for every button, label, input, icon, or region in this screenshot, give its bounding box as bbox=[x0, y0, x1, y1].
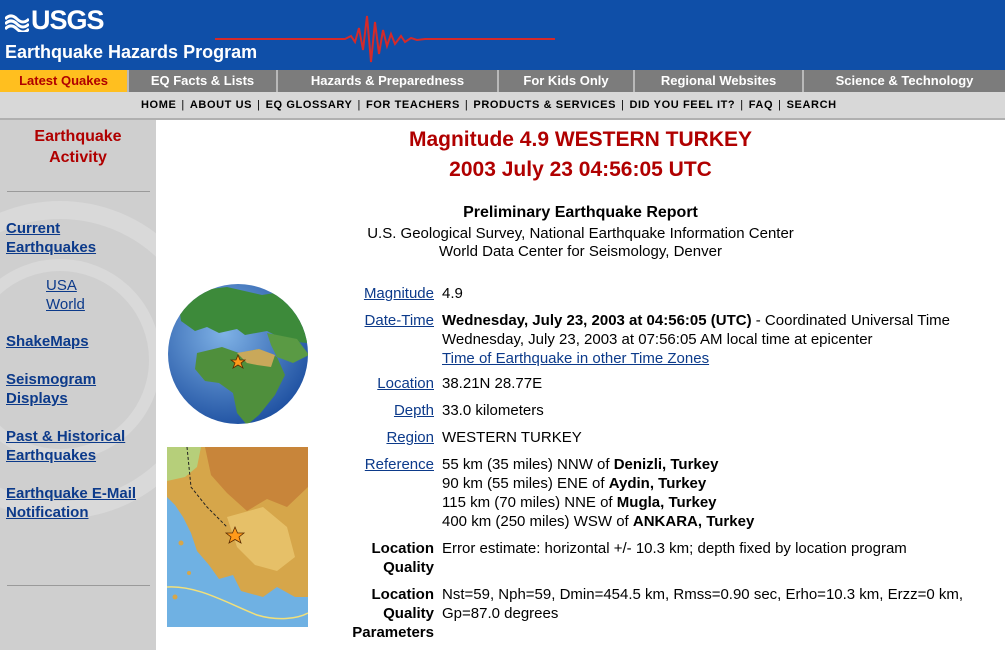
sidebar-link-line: Seismogram bbox=[6, 371, 97, 388]
sidebar-divider bbox=[7, 585, 150, 586]
nav-for-teachers[interactable]: FOR TEACHERS bbox=[366, 99, 460, 111]
label-line: Quality bbox=[383, 605, 434, 622]
sidebar-title-line2: Activity bbox=[49, 149, 107, 166]
reference-line: 90 km (55 miles) ENE of Aydin, Turkey bbox=[442, 474, 754, 493]
location-quality-parameters-value: Nst=59, Nph=59, Dmin=454.5 km, Rmss=0.90… bbox=[442, 585, 963, 623]
datetime-utc: Wednesday, July 23, 2003 at 04:56:05 (UT… bbox=[442, 312, 752, 329]
reference-label[interactable]: Reference bbox=[365, 455, 434, 474]
nav-home[interactable]: HOME bbox=[141, 99, 176, 111]
sidebar-link-line: Earthquakes bbox=[6, 447, 97, 464]
sidebar-link-line: Notification bbox=[6, 504, 89, 521]
reference-value: 55 km (35 miles) NNW of Denizli, Turkey … bbox=[442, 455, 754, 531]
main-tabs: Latest Quakes EQ Facts & Lists Hazards &… bbox=[0, 70, 1005, 92]
nav-separator: | bbox=[740, 99, 744, 111]
globe-map[interactable] bbox=[167, 283, 309, 425]
nav-separator: | bbox=[257, 99, 261, 111]
magnitude-label[interactable]: Magnitude bbox=[364, 284, 434, 303]
datetime-local: Wednesday, July 23, 2003 at 07:56:05 AM … bbox=[442, 331, 873, 348]
tab-regional[interactable]: Regional Websites bbox=[635, 70, 804, 92]
event-datetime-title: 2003 July 23 04:56:05 UTC bbox=[449, 158, 712, 181]
nav-separator: | bbox=[181, 99, 185, 111]
reference-place: ANKARA, Turkey bbox=[632, 513, 755, 530]
usgs-logo-icon bbox=[5, 14, 29, 32]
sidebar-divider bbox=[7, 191, 150, 192]
timezone-link[interactable]: Time of Earthquake in other Time Zones bbox=[442, 349, 950, 368]
report-agency: U.S. Geological Survey, National Earthqu… bbox=[367, 225, 794, 242]
label-line: Parameters bbox=[352, 624, 434, 641]
tab-hazards[interactable]: Hazards & Preparedness bbox=[278, 70, 499, 92]
report-title: Preliminary Earthquake Report bbox=[463, 204, 698, 221]
sidebar-title: Earthquake Activity bbox=[0, 126, 156, 168]
label-line: Location bbox=[371, 540, 435, 557]
reference-line: 115 km (70 miles) NNE of Mugla, Turkey bbox=[442, 493, 754, 512]
sidebar-link-seismogram-displays[interactable]: Seismogram Displays bbox=[6, 370, 96, 408]
value-line: Gp=87.0 degrees bbox=[442, 605, 559, 622]
datetime-label[interactable]: Date-Time bbox=[365, 311, 434, 330]
reference-distance: 115 km (70 miles) NNE of bbox=[442, 494, 617, 511]
regional-map[interactable] bbox=[167, 447, 308, 627]
nav-separator: | bbox=[357, 99, 361, 111]
sidebar-link-shakemaps[interactable]: ShakeMaps bbox=[6, 332, 89, 351]
datetime-utc-suffix: - Coordinated Universal Time bbox=[751, 312, 951, 329]
location-quality-value: Error estimate: horizontal +/- 10.3 km; … bbox=[442, 540, 907, 557]
main-content: Magnitude 4.9 WESTERN TURKEY 2003 July 2… bbox=[156, 120, 1005, 650]
nav-separator: | bbox=[464, 99, 469, 111]
tab-eq-facts[interactable]: EQ Facts & Lists bbox=[129, 70, 278, 92]
sidebar-title-line1: Earthquake bbox=[34, 128, 122, 145]
datetime-value: Wednesday, July 23, 2003 at 04:56:05 (UT… bbox=[442, 311, 950, 368]
sidebar-link-email-notification[interactable]: Earthquake E-Mail Notification bbox=[6, 484, 136, 522]
reference-distance: 55 km (35 miles) NNW of bbox=[442, 456, 614, 473]
depth-label[interactable]: Depth bbox=[394, 401, 434, 420]
depth-value: 33.0 kilometers bbox=[442, 402, 544, 419]
nav-about-us[interactable]: ABOUT US bbox=[190, 99, 252, 111]
sidebar-link-usa[interactable]: USA bbox=[46, 276, 77, 295]
sidebar-link-line: Displays bbox=[6, 390, 68, 407]
nav-products-services[interactable]: PRODUCTS & SERVICES bbox=[473, 99, 616, 111]
reference-distance: 90 km (55 miles) ENE of bbox=[442, 475, 609, 492]
region-value: WESTERN TURKEY bbox=[442, 429, 582, 446]
sidebar-link-world[interactable]: World bbox=[46, 295, 85, 314]
region-label[interactable]: Region bbox=[386, 428, 434, 447]
seismogram-icon bbox=[215, 15, 555, 63]
tab-science[interactable]: Science & Technology bbox=[804, 70, 1005, 92]
reference-line: 400 km (250 miles) WSW of ANKARA, Turkey bbox=[442, 512, 754, 531]
sidebar-link-line: Earthquake E-Mail bbox=[6, 485, 137, 502]
location-quality-parameters-label: Location Quality Parameters bbox=[352, 585, 434, 642]
logo-text: USGS bbox=[31, 5, 105, 35]
header-banner: USGS Earthquake Hazards Program bbox=[0, 0, 1005, 70]
nav-did-you-feel-it[interactable]: DID YOU FEEL IT? bbox=[629, 99, 735, 111]
nav-search[interactable]: SEARCH bbox=[787, 99, 837, 111]
location-value: 38.21N 28.77E bbox=[442, 375, 543, 392]
nav-separator: | bbox=[621, 99, 625, 111]
location-label[interactable]: Location bbox=[377, 374, 434, 393]
reference-line: 55 km (35 miles) NNW of Denizli, Turkey bbox=[442, 455, 754, 474]
tab-kids[interactable]: For Kids Only bbox=[499, 70, 635, 92]
magnitude-value: 4.9 bbox=[442, 285, 463, 302]
report-center: World Data Center for Seismology, Denver bbox=[439, 243, 722, 260]
reference-place: Aydin, Turkey bbox=[608, 475, 707, 492]
nav-faq[interactable]: FAQ bbox=[749, 99, 773, 111]
reference-place: Mugla, Turkey bbox=[616, 494, 717, 511]
value-line: Nst=59, Nph=59, Dmin=454.5 km, Rmss=0.90… bbox=[442, 586, 964, 603]
sidebar-link-current-earthquakes[interactable]: Current Earthquakes bbox=[6, 219, 96, 257]
sidebar-link-line: Earthquakes bbox=[6, 239, 97, 256]
label-line: Location bbox=[371, 586, 435, 603]
reference-place: Denizli, Turkey bbox=[613, 456, 719, 473]
nav-eq-glossary[interactable]: EQ GLOSSARY bbox=[266, 99, 353, 111]
reference-distance: 400 km (250 miles) WSW of bbox=[442, 513, 633, 530]
sidebar-link-line: Current bbox=[6, 220, 61, 237]
nav-separator: | bbox=[778, 99, 782, 111]
label-line: Quality bbox=[383, 559, 434, 576]
sidebar-link-historical-earthquakes[interactable]: Past & Historical Earthquakes bbox=[6, 427, 125, 465]
usgs-logo[interactable]: USGS bbox=[5, 5, 105, 36]
sidebar-link-line: Past & Historical bbox=[6, 428, 126, 445]
sidebar: Earthquake Activity Current Earthquakes … bbox=[0, 120, 156, 650]
tab-latest-quakes[interactable]: Latest Quakes bbox=[0, 70, 129, 92]
location-quality-label: Location Quality bbox=[372, 539, 435, 577]
sub-navigation: HOME | ABOUT US | EQ GLOSSARY | FOR TEACHERS | P… bbox=[0, 92, 1005, 120]
event-title: Magnitude 4.9 WESTERN TURKEY bbox=[408, 128, 753, 151]
